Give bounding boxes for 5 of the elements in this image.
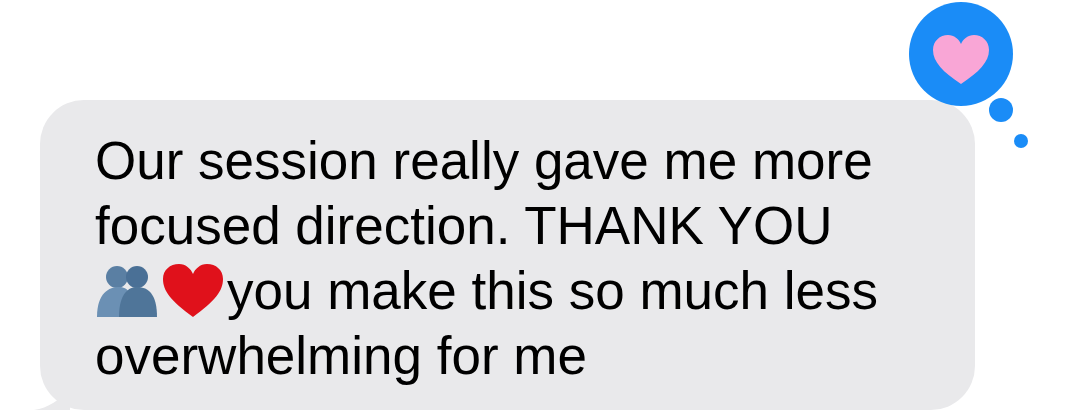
message-text: you make this so much less xyxy=(227,260,878,322)
message-text: Our session really gave me more xyxy=(95,130,873,192)
message-text: overwhelming for me xyxy=(95,325,587,387)
message-text: focused direction. THANK YOU xyxy=(95,195,833,257)
heart-icon xyxy=(161,262,225,319)
